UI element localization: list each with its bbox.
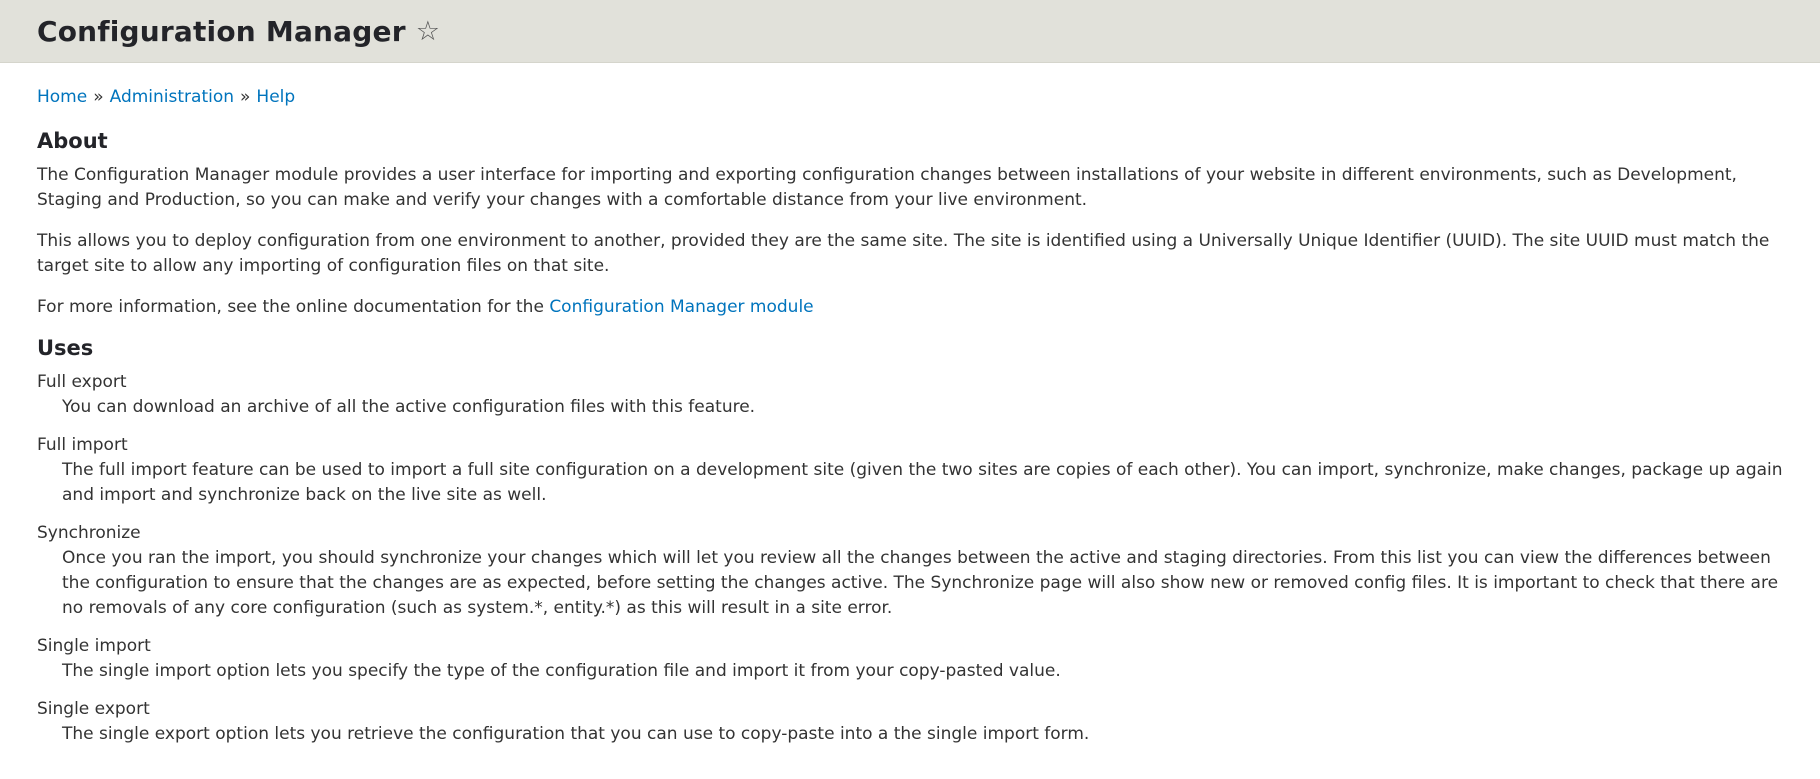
uses-term-single-import: Single import xyxy=(37,635,151,656)
breadcrumb-link-administration[interactable]: Administration xyxy=(110,87,234,107)
uses-term-single-export: Single export xyxy=(37,698,150,719)
page-title: Configuration Manager xyxy=(37,14,406,48)
page-header: Configuration Manager ☆ xyxy=(0,0,1820,63)
about-paragraph: The Configuration Manager module provide… xyxy=(37,164,1737,210)
main-content: Home» Administration» Help About The Confi… xyxy=(0,63,1820,747)
star-icon[interactable]: ☆ xyxy=(416,18,440,45)
uses-heading: Uses xyxy=(37,335,94,360)
about-paragraph: This allows you to deploy configuration … xyxy=(37,230,1770,276)
uses-term-full-export: Full export xyxy=(37,371,127,392)
documentation-link[interactable]: Configuration Manager module xyxy=(549,297,813,317)
uses-description: You can download an archive of all the a… xyxy=(62,396,756,417)
breadcrumb: Home» Administration» Help xyxy=(37,85,1783,111)
uses-term-full-import: Full import xyxy=(37,434,128,455)
uses-list: Full export You can download an archive … xyxy=(37,370,1783,747)
about-heading: About xyxy=(37,128,108,153)
uses-description: Once you ran the import, you should sync… xyxy=(62,547,1779,618)
breadcrumb-link-home[interactable]: Home xyxy=(37,87,87,107)
uses-description: The single export option lets you retrie… xyxy=(62,723,1090,744)
breadcrumb-separator: » xyxy=(93,87,104,107)
more-info-paragraph: For more information, see the online doc… xyxy=(37,295,1783,320)
breadcrumb-separator: » xyxy=(240,87,251,107)
more-info-text: For more information, see the online doc… xyxy=(37,296,550,317)
breadcrumb-link-help[interactable]: Help xyxy=(256,87,295,107)
uses-description: The single import option lets you specif… xyxy=(62,660,1061,681)
uses-description: The full import feature can be used to i… xyxy=(62,459,1783,505)
uses-term-synchronize: Synchronize xyxy=(37,522,141,543)
